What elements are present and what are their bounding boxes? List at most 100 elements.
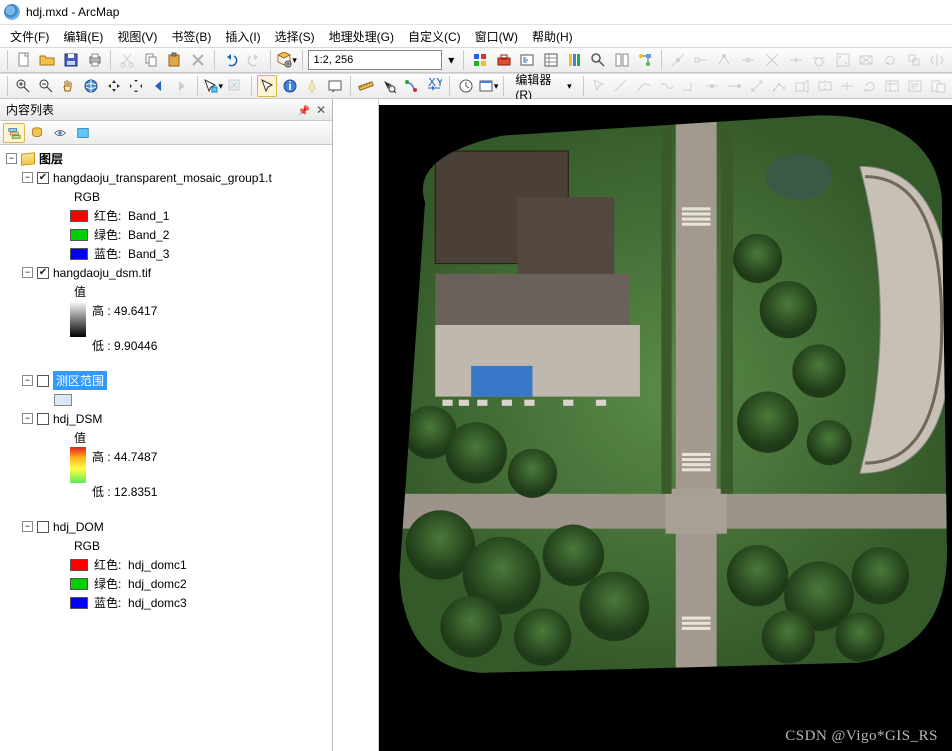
toc-layer[interactable]: − 测区范围 bbox=[2, 371, 330, 390]
edit-reshape-icon[interactable] bbox=[792, 75, 813, 97]
snap-point-icon[interactable] bbox=[667, 49, 689, 71]
pan-icon[interactable] bbox=[58, 75, 79, 97]
edit-cut-icon[interactable] bbox=[814, 75, 835, 97]
georef-flip-icon[interactable] bbox=[926, 49, 948, 71]
sketch-props-icon[interactable] bbox=[905, 75, 926, 97]
scale-input[interactable] bbox=[308, 50, 442, 70]
scale-dropdown-icon[interactable]: ▾ bbox=[444, 49, 458, 71]
georef-fit-icon[interactable] bbox=[856, 49, 878, 71]
georef-icon[interactable] bbox=[832, 49, 854, 71]
edit-tool-icon[interactable] bbox=[589, 75, 610, 97]
toc-layer[interactable]: − hangdaoju_transparent_mosaic_group1.t bbox=[2, 168, 330, 187]
edit-midpoint-icon[interactable] bbox=[701, 75, 722, 97]
menu-insert[interactable]: 插入(I) bbox=[219, 26, 266, 47]
fixed-zoom-in-icon[interactable] bbox=[103, 75, 124, 97]
menu-window[interactable]: 窗口(W) bbox=[469, 26, 524, 47]
edit-vertex-icon[interactable] bbox=[769, 75, 790, 97]
expand-icon[interactable]: − bbox=[22, 267, 33, 278]
toc-tab-drawing-order[interactable] bbox=[3, 123, 25, 143]
edit-endpoint-icon[interactable] bbox=[724, 75, 745, 97]
add-data-icon[interactable]: ▾ bbox=[276, 49, 298, 71]
edit-line-icon[interactable] bbox=[611, 75, 632, 97]
editor-toolbar-icon[interactable] bbox=[469, 49, 491, 71]
next-extent-icon[interactable] bbox=[171, 75, 192, 97]
create-features-icon[interactable] bbox=[927, 75, 948, 97]
expand-icon[interactable]: − bbox=[22, 172, 33, 183]
menu-select[interactable]: 选择(S) bbox=[269, 26, 321, 47]
cut-icon[interactable] bbox=[116, 49, 138, 71]
snap-edge-icon[interactable] bbox=[738, 49, 760, 71]
delete-icon[interactable] bbox=[187, 49, 209, 71]
paste-icon[interactable] bbox=[164, 49, 186, 71]
fixed-zoom-out-icon[interactable] bbox=[126, 75, 147, 97]
edit-split-icon[interactable] bbox=[837, 75, 858, 97]
snap-tangent-icon[interactable] bbox=[808, 49, 830, 71]
python-icon[interactable] bbox=[516, 49, 538, 71]
edit-rotate-icon[interactable] bbox=[860, 75, 881, 97]
layer-checkbox[interactable] bbox=[37, 172, 49, 184]
layer-checkbox[interactable] bbox=[37, 521, 49, 533]
expand-icon[interactable]: − bbox=[22, 375, 33, 386]
toolbox-icon[interactable] bbox=[493, 49, 515, 71]
toc-layer[interactable]: − hdj_DSM bbox=[2, 409, 330, 428]
expand-icon[interactable]: − bbox=[22, 413, 33, 424]
edit-arc-icon[interactable] bbox=[634, 75, 655, 97]
time-slider-icon[interactable] bbox=[455, 75, 476, 97]
prev-extent-icon[interactable] bbox=[148, 75, 169, 97]
search-icon[interactable] bbox=[587, 49, 609, 71]
georef-shift-icon[interactable] bbox=[903, 49, 925, 71]
clear-selection-icon[interactable] bbox=[225, 75, 246, 97]
find-icon[interactable] bbox=[379, 75, 400, 97]
identify-icon[interactable]: i bbox=[279, 75, 300, 97]
new-icon[interactable] bbox=[13, 49, 35, 71]
georef-rotate-icon[interactable] bbox=[879, 49, 901, 71]
redo-icon[interactable] bbox=[243, 49, 265, 71]
open-icon[interactable] bbox=[37, 49, 59, 71]
toc-tab-source[interactable] bbox=[26, 123, 48, 143]
toc-tab-visibility[interactable] bbox=[49, 123, 71, 143]
measure-icon[interactable] bbox=[356, 75, 377, 97]
model-builder-icon[interactable] bbox=[634, 49, 656, 71]
toc-layer[interactable]: − hdj_DOM bbox=[2, 517, 330, 536]
arc-toolbox-icon[interactable] bbox=[611, 49, 633, 71]
toc-tab-selection[interactable] bbox=[72, 123, 94, 143]
expand-icon[interactable]: − bbox=[6, 153, 17, 164]
table-of-contents-icon[interactable] bbox=[540, 49, 562, 71]
viewer-window-icon[interactable]: ▾ bbox=[478, 75, 499, 97]
select-features-icon[interactable]: ▾ bbox=[203, 75, 224, 97]
editor-dropdown[interactable]: 编辑器(R)▾ bbox=[509, 75, 577, 97]
expand-icon[interactable]: − bbox=[22, 521, 33, 532]
menu-edit[interactable]: 编辑(E) bbox=[57, 26, 109, 47]
layer-checkbox[interactable] bbox=[37, 267, 49, 279]
zoom-out-icon[interactable] bbox=[36, 75, 57, 97]
layer-checkbox[interactable] bbox=[37, 375, 49, 387]
edit-distance-icon[interactable] bbox=[747, 75, 768, 97]
catalog-icon[interactable] bbox=[564, 49, 586, 71]
map-view[interactable] bbox=[333, 99, 952, 751]
map-canvas[interactable] bbox=[379, 105, 952, 751]
attributes-icon[interactable] bbox=[882, 75, 903, 97]
undo-icon[interactable] bbox=[220, 49, 242, 71]
menu-help[interactable]: 帮助(H) bbox=[526, 26, 579, 47]
save-icon[interactable] bbox=[60, 49, 82, 71]
menu-file[interactable]: 文件(F) bbox=[4, 26, 55, 47]
menu-bookmark[interactable]: 书签(B) bbox=[165, 26, 217, 47]
html-popup-icon[interactable] bbox=[324, 75, 345, 97]
edit-trace-icon[interactable] bbox=[656, 75, 677, 97]
zoom-in-icon[interactable] bbox=[13, 75, 34, 97]
menu-geoprocess[interactable]: 地理处理(G) bbox=[323, 26, 400, 47]
menu-customize[interactable]: 自定义(C) bbox=[402, 26, 467, 47]
print-icon[interactable] bbox=[84, 49, 106, 71]
menu-view[interactable]: 视图(V) bbox=[111, 26, 163, 47]
toc-root[interactable]: − 图层 bbox=[2, 149, 330, 168]
snap-end-icon[interactable] bbox=[691, 49, 713, 71]
layer-checkbox[interactable] bbox=[37, 413, 49, 425]
snap-mid-icon[interactable] bbox=[785, 49, 807, 71]
find-route-icon[interactable] bbox=[401, 75, 422, 97]
copy-icon[interactable] bbox=[140, 49, 162, 71]
pin-icon[interactable]: 📌 bbox=[297, 106, 309, 117]
select-elements-icon[interactable] bbox=[257, 75, 278, 97]
toc-layer[interactable]: − hangdaoju_dsm.tif bbox=[2, 263, 330, 282]
go-to-xy-icon[interactable]: XY bbox=[424, 75, 445, 97]
hyperlink-icon[interactable] bbox=[302, 75, 323, 97]
